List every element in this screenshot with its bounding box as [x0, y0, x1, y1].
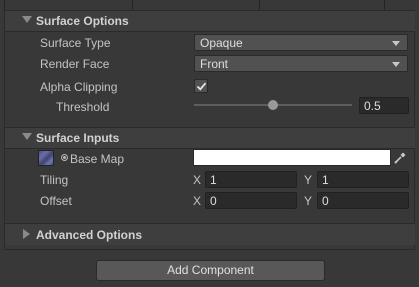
alpha-clipping-checkbox[interactable]	[194, 79, 208, 93]
offset-y-field[interactable]: 0	[317, 192, 409, 209]
divider	[5, 31, 415, 32]
section-header-surface-options[interactable]: Surface Options	[5, 11, 415, 31]
render-face-label: Render Face	[40, 57, 110, 71]
base-map-texture-thumbnail[interactable]	[38, 150, 54, 166]
threshold-field[interactable]: 0.5	[359, 97, 409, 114]
tiling-x-field[interactable]: 1	[205, 171, 297, 188]
tiling-y-label: Y	[304, 173, 313, 187]
base-map-label: Base Map	[70, 152, 125, 166]
tiling-y-field[interactable]: 1	[317, 171, 409, 188]
offset-y-value: 0	[322, 194, 329, 208]
base-map-color-field[interactable]	[193, 149, 391, 166]
alpha-clipping-label: Alpha Clipping	[40, 80, 118, 94]
divider	[4, 0, 5, 10]
divider	[132, 0, 133, 10]
render-face-dropdown[interactable]: Front	[194, 55, 408, 72]
threshold-value: 0.5	[364, 99, 381, 113]
eyedropper-icon[interactable]	[393, 151, 407, 165]
threshold-slider-handle[interactable]	[268, 100, 278, 110]
offset-x-value: 0	[210, 194, 217, 208]
surface-type-value: Opaque	[200, 36, 243, 50]
offset-x-field[interactable]: 0	[205, 192, 297, 209]
checkmark-icon	[196, 82, 207, 91]
tiling-y-value: 1	[322, 173, 329, 187]
add-component-button[interactable]: Add Component	[96, 260, 325, 281]
section-header-surface-inputs[interactable]: Surface Inputs	[5, 128, 415, 148]
threshold-label: Threshold	[56, 100, 110, 114]
offset-y-label: Y	[304, 194, 313, 208]
offset-label: Offset	[40, 194, 72, 208]
divider	[384, 0, 385, 10]
section-title: Surface Options	[36, 14, 129, 28]
tiling-x-value: 1	[210, 173, 217, 187]
foldout-expanded-icon[interactable]	[22, 133, 32, 140]
chevron-down-icon	[392, 41, 400, 46]
section-title: Surface Inputs	[36, 131, 120, 145]
tiling-label: Tiling	[40, 173, 69, 187]
divider	[259, 0, 260, 10]
surface-type-dropdown[interactable]: Opaque	[194, 34, 408, 51]
tiling-x-label: X	[193, 173, 202, 187]
section-title: Advanced Options	[36, 228, 143, 242]
inspector-top-strip	[0, 0, 419, 10]
offset-x-label: X	[193, 194, 202, 208]
chevron-down-icon	[392, 62, 400, 67]
render-face-value: Front	[200, 57, 229, 71]
foldout-expanded-icon[interactable]	[22, 16, 32, 23]
foldout-collapsed-icon[interactable]	[23, 229, 30, 239]
divider	[5, 249, 415, 250]
object-picker-icon[interactable]	[61, 154, 68, 161]
section-header-advanced-options[interactable]: Advanced Options	[5, 224, 415, 245]
surface-type-label: Surface Type	[40, 36, 111, 50]
